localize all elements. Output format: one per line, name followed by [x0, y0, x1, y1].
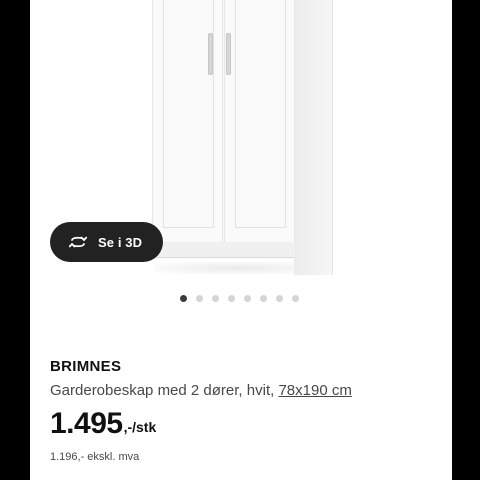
carousel-dot[interactable] — [244, 295, 251, 302]
door-panel — [235, 0, 286, 228]
carousel-dot[interactable] — [228, 295, 235, 302]
product-price: 1.495 ,-/stk — [50, 407, 430, 441]
carousel-dot-active[interactable] — [180, 295, 187, 302]
view-in-3d-button[interactable]: Se i 3D — [50, 222, 163, 262]
carousel-dot[interactable] — [196, 295, 203, 302]
wardrobe-side — [294, 0, 333, 275]
door-handle-right — [226, 33, 231, 75]
device-frame-left — [0, 0, 30, 480]
view-in-3d-label: Se i 3D — [98, 234, 143, 250]
carousel-dot[interactable] — [260, 295, 267, 302]
wardrobe-image — [148, 0, 333, 275]
price-suffix: ,-/stk — [123, 419, 157, 435]
product-dimensions-link[interactable]: 78x190 cm — [278, 382, 351, 399]
product-brand: BRIMNES — [50, 358, 122, 375]
carousel-dot[interactable] — [276, 295, 283, 302]
carousel-dot[interactable] — [212, 295, 219, 302]
carousel-pagination — [180, 295, 299, 302]
product-description-text: Garderobeskap med 2 dører, hvit, — [50, 382, 275, 399]
price-ex-vat: 1.196,- ekskl. mva — [50, 451, 140, 463]
door-panel — [163, 0, 214, 228]
device-frame-right — [452, 0, 480, 480]
wardrobe-plinth — [152, 242, 295, 258]
rotate-3d-icon — [68, 232, 88, 252]
product-info: BRIMNES Garderobeskap med 2 dører, hvit,… — [50, 358, 430, 463]
price-main: 1.495 — [50, 407, 123, 440]
product-description: Garderobeskap med 2 dører, hvit, 78x190 … — [50, 382, 430, 399]
carousel-dot[interactable] — [292, 295, 299, 302]
product-page: Se i 3D BRIMNES Garderobeskap med 2 døre… — [30, 0, 452, 480]
door-handle-left — [208, 33, 213, 75]
wardrobe-door-right — [224, 0, 295, 252]
product-image-carousel[interactable]: Se i 3D — [30, 0, 452, 290]
